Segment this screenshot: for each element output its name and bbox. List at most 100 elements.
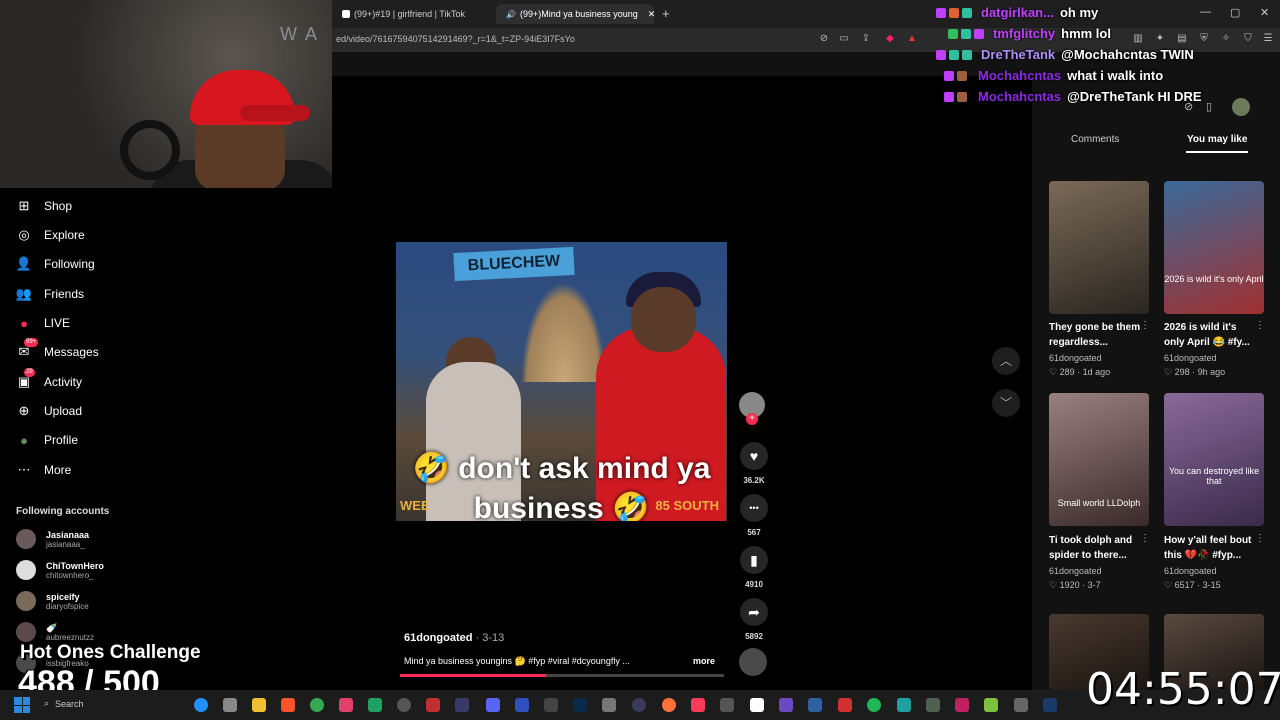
video-progress-bar[interactable] (400, 674, 724, 677)
recommended-video-author[interactable]: 61dongoated (1164, 353, 1217, 363)
new-tab-button[interactable]: + (662, 6, 670, 21)
discord-icon[interactable] (486, 698, 500, 712)
app-icon[interactable] (632, 698, 646, 712)
steam-icon[interactable] (1043, 698, 1057, 712)
app-icon[interactable] (926, 698, 940, 712)
app-icon[interactable] (602, 698, 616, 712)
recommended-video-author[interactable]: 61dongoated (1049, 353, 1102, 363)
more-options-icon[interactable]: ⋮ (1255, 320, 1265, 331)
sub-badge-icon (974, 28, 984, 39)
nav-label: Shop (44, 199, 73, 213)
app-icon[interactable] (955, 698, 969, 712)
recommended-video-thumbnail[interactable]: 2026 is wild it's only April (1164, 181, 1264, 314)
follow-plus-icon[interactable]: + (746, 413, 758, 425)
chat-message: Mochahcntas what i walk into (936, 65, 1280, 86)
recommended-video-thumbnail[interactable]: Small world LLDolph (1049, 393, 1149, 526)
brave-icon[interactable] (281, 698, 295, 712)
following-account[interactable]: 🍼 aubreeznutzz (16, 622, 94, 642)
share-button[interactable]: ➦ 5892 (738, 598, 770, 641)
recommended-video-thumbnail[interactable] (1049, 181, 1149, 314)
app-icon[interactable] (426, 698, 440, 712)
app-icon[interactable] (455, 698, 469, 712)
video-author[interactable]: 61dongoated · 3-13 (404, 632, 504, 644)
recommended-video-title[interactable]: Ti took dolph and spider to there... (1049, 533, 1141, 563)
share-page-icon[interactable]: ⇪ (860, 33, 872, 45)
app-icon[interactable] (368, 698, 382, 712)
music-icon[interactable] (691, 698, 705, 712)
nav-more[interactable]: ⋯ More (16, 460, 72, 480)
app-icon[interactable] (984, 698, 998, 712)
account-handle: chitownhero_ (46, 570, 94, 580)
app-icon[interactable] (515, 698, 529, 712)
recommended-video-author[interactable]: 61dongoated (1164, 566, 1217, 576)
video-player[interactable]: BLUECHEW WEE 85 SOUTH 🤣 don't ask mind y… (396, 242, 727, 521)
more-options-icon[interactable]: ⋮ (1140, 533, 1150, 544)
app-icon[interactable] (779, 698, 793, 712)
nav-upload[interactable]: ⊕ Upload (16, 401, 82, 421)
nav-following[interactable]: 👤 Following (16, 254, 95, 274)
app-icon[interactable] (720, 698, 734, 712)
nav-messages[interactable]: ✉ 99+ Messages (16, 338, 99, 362)
photoshop-icon[interactable] (573, 698, 587, 712)
chat-username: tmfglitchy (993, 26, 1056, 41)
settings-icon[interactable] (223, 698, 237, 712)
cast-icon[interactable]: ▭ (838, 33, 850, 45)
nav-profile[interactable]: ● Profile (16, 430, 78, 450)
activity-badge: 29 (24, 368, 35, 377)
badge-icon (962, 7, 972, 18)
chat-username: DreTheTank (981, 47, 1056, 62)
nav-activity[interactable]: ▣ 29 Activity (16, 368, 82, 392)
brave-shield-icon[interactable]: ◆ (884, 33, 896, 45)
mute-icon[interactable]: ⊘ (818, 33, 830, 45)
previous-video-button[interactable]: ︿ (992, 347, 1020, 375)
app-icon[interactable] (339, 698, 353, 712)
save-button[interactable]: ▮ 4910 (738, 546, 770, 589)
recommended-video-thumbnail[interactable]: You can destroyed like that (1164, 393, 1264, 526)
recommended-video-stats: ♡ 1920 · 3-7 (1049, 580, 1101, 590)
app-icon[interactable] (808, 698, 822, 712)
close-tab-icon[interactable]: ✕ (648, 9, 656, 20)
music-disc-icon[interactable] (739, 648, 767, 676)
more-options-icon[interactable]: ⋮ (1140, 320, 1150, 331)
nav-friends[interactable]: 👥 Friends (16, 284, 84, 304)
comment-button[interactable]: ••• 567 (738, 494, 770, 537)
recommended-video-title[interactable]: How y'all feel bout this 💔🥀 #fyp... (1164, 533, 1256, 563)
app-icon[interactable] (838, 698, 852, 712)
firefox-icon[interactable] (662, 698, 676, 712)
spotify-icon[interactable] (867, 698, 881, 712)
more-options-icon[interactable]: ⋮ (1255, 533, 1265, 544)
obs-icon[interactable] (397, 698, 411, 712)
save-count: 4910 (745, 580, 763, 589)
recommended-video-title[interactable]: They gone be them regardless... (1049, 320, 1141, 350)
recommended-video-author[interactable]: 61dongoated (1049, 566, 1102, 576)
start-button[interactable] (14, 697, 30, 713)
nav-explore[interactable]: ◎ Explore (16, 225, 84, 245)
chrome-icon[interactable] (310, 698, 324, 712)
browser-tab-active[interactable]: 🔊 (99+)Mind ya business young ✕ (496, 4, 656, 24)
more-button[interactable]: more (693, 656, 715, 666)
nav-live[interactable]: ● LIVE (16, 313, 70, 333)
next-video-button[interactable]: ﹀ (992, 389, 1020, 417)
edge-icon[interactable] (194, 698, 208, 712)
author-name[interactable]: 61dongoated (404, 632, 472, 644)
brave-rewards-icon[interactable]: ▲ (906, 33, 918, 45)
tab-comments[interactable]: Comments (1071, 134, 1119, 145)
comment-icon: ••• (740, 494, 768, 522)
following-account[interactable]: spiceify diaryofspice (16, 591, 89, 611)
recommended-video-title[interactable]: 2026 is wild it's only April 😂 #fy... (1164, 320, 1256, 350)
likes: 298 (1174, 367, 1190, 377)
nav-shop[interactable]: ⊞ Shop (16, 196, 72, 216)
taskbar-search[interactable]: ⌕ Search (44, 698, 84, 709)
app-icon[interactable] (897, 698, 911, 712)
app-icon[interactable] (1014, 698, 1028, 712)
folder-icon[interactable] (252, 698, 266, 712)
tiktok-app-icon[interactable] (750, 698, 764, 712)
like-button[interactable]: ♥ 36.2K (738, 442, 770, 485)
following-account[interactable]: ChiTownHero chitownhero_ (16, 560, 104, 580)
tab-you-may-like[interactable]: You may like (1187, 134, 1247, 145)
following-account[interactable]: Jasianaaa jasianaaa_ (16, 529, 89, 549)
browser-tab[interactable]: (99+)#19 | girlfriend | TikTok (336, 4, 471, 24)
url-text[interactable]: ed/video/7616759407514291469?_r=1&_t=ZP-… (336, 34, 575, 44)
badge-icon (962, 49, 972, 60)
app-icon[interactable] (544, 698, 558, 712)
